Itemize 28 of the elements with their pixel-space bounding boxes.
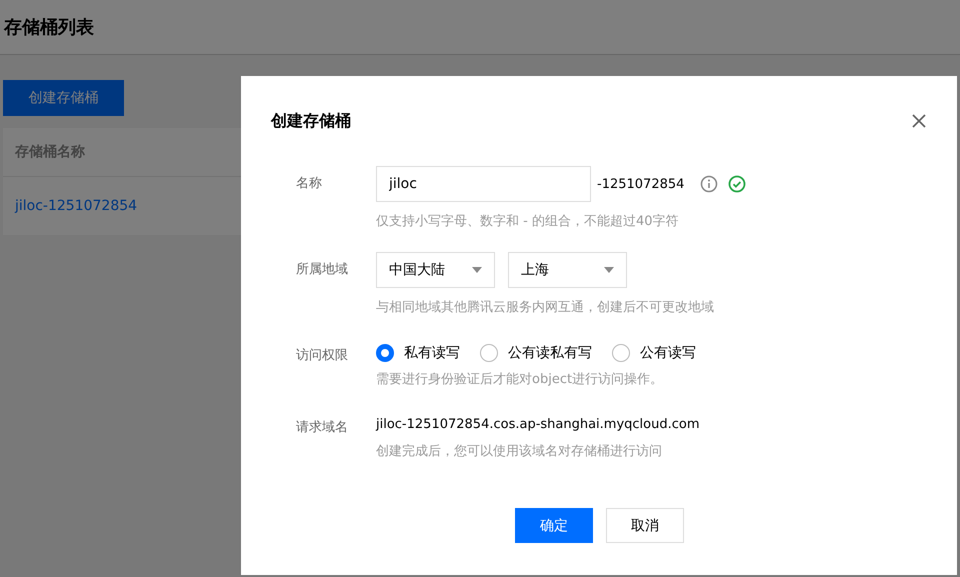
region-dropdown[interactable]: 中国大陆	[376, 252, 495, 288]
name-input[interactable]: jiloc	[376, 166, 591, 202]
domain-text: jiloc-1251072854.cos.ap-shanghai.myqcloud.com	[376, 416, 700, 434]
dropdown-caret-icon	[604, 267, 614, 273]
field-label: 所属地域	[295, 261, 349, 279]
dialog-title: 创建存储桶	[271, 110, 351, 132]
hint-text: 创建完成后，您可以使用该域名对存储桶进行访问	[376, 443, 663, 460]
field-label: 名称	[295, 175, 323, 193]
close-icon[interactable]	[911, 113, 927, 129]
radio-label[interactable]: 公有读写	[640, 344, 696, 362]
info-icon[interactable]	[700, 175, 718, 193]
field-label: 请求域名	[295, 419, 349, 437]
confirm-button[interactable]: 确定	[515, 508, 593, 543]
cancel-button[interactable]: 取消	[606, 508, 684, 543]
radio-button[interactable]	[612, 344, 630, 362]
radio-label[interactable]: 公有读私有写	[508, 344, 592, 362]
radio-label[interactable]: 私有读写	[404, 344, 460, 362]
radio-button[interactable]	[376, 344, 394, 362]
page-title: 存储桶列表	[4, 16, 94, 39]
region-dropdown[interactable]: 上海	[508, 252, 627, 288]
hint-text: 与相同地域其他腾讯云服务内网互通，创建后不可更改地域	[376, 299, 714, 316]
dropdown-caret-icon	[472, 267, 482, 273]
field-label: 访问权限	[295, 347, 349, 365]
hint-text: 需要进行身份验证后才能对object进行访问操作。	[376, 371, 664, 388]
radio-button[interactable]	[480, 344, 498, 362]
column-header: 存储桶名称	[15, 143, 85, 161]
appid-suffix: -1251072854	[597, 176, 684, 192]
hint-text: 仅支持小写字母、数字和 - 的组合，不能超过40字符	[376, 213, 680, 230]
